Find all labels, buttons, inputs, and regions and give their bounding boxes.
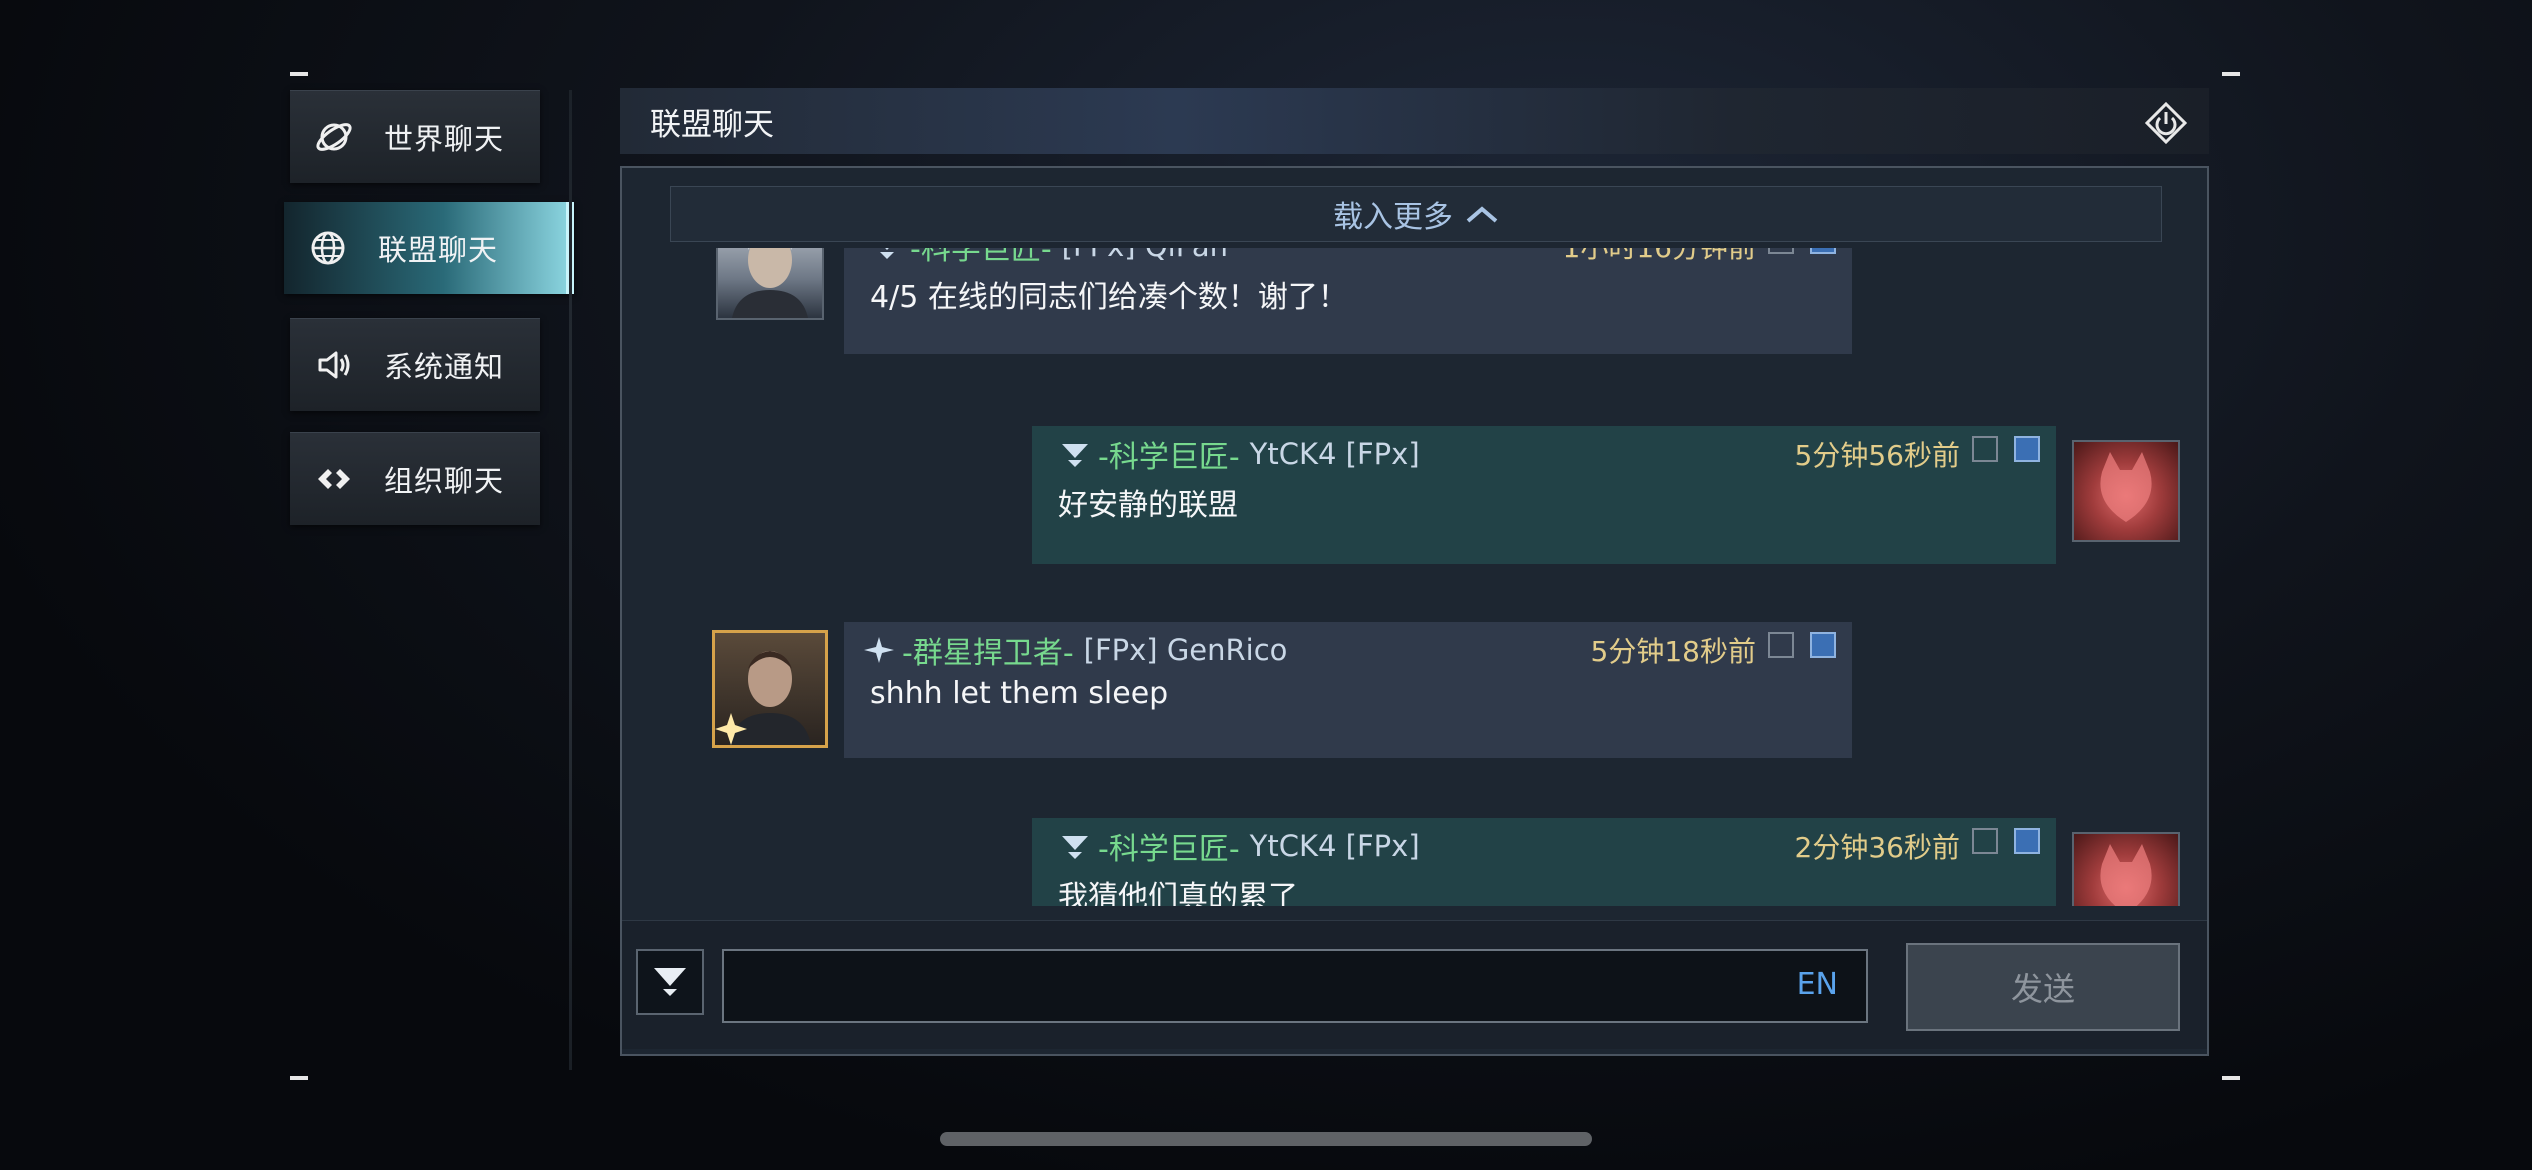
speaker-icon [314,345,354,385]
player-name[interactable]: [FPx] GenRico [1084,633,1288,667]
tab-organization-chat[interactable]: 组织聊天 [290,432,540,525]
message-time: 1小时16分钟前 [1563,248,1756,266]
player-name[interactable]: YtCK4 [FPx] [1250,437,1420,471]
frame-corner-bl [290,1076,308,1080]
avatar[interactable] [712,630,828,748]
language-toggle[interactable]: EN [1797,967,1838,1002]
pin-top-icon[interactable] [1810,248,1836,254]
tab-world-chat[interactable]: 世界聊天 [290,90,540,183]
emote-toggle-button[interactable] [636,949,704,1015]
copy-icon[interactable] [1972,828,1998,854]
rank-chevron-icon [1058,439,1092,469]
rank-chevron-icon [1058,831,1092,861]
tab-alliance-chat-label: 联盟聊天 [378,233,499,267]
globe-icon [308,228,348,268]
message-bubble: -科学巨匠- [FPx] QiPan 1小时16分钟前 4/5 在线的同志们给凑… [844,248,1852,354]
chat-input[interactable]: EN [722,949,1868,1023]
page-title: 联盟聊天 [650,106,774,143]
alliance-name[interactable]: -科学巨匠- [910,248,1052,268]
message-bubble: -科学巨匠- YtCK4 [FPx] 2分钟36秒前 我猜他们真的累了 [1032,818,2056,906]
send-button[interactable]: 发送 [1906,943,2180,1031]
message-time: 5分钟18秒前 [1590,635,1756,668]
tab-world-chat-label: 世界聊天 [384,122,505,156]
alliance-name[interactable]: -科学巨匠- [1098,432,1240,476]
tab-system-notice-label: 系统通知 [384,350,505,384]
planet-icon [314,117,354,157]
sidebar-divider [569,90,572,1070]
message-text: 我猜他们真的累了 [1058,880,1298,906]
copy-icon[interactable] [1768,248,1794,254]
message-bubble: -科学巨匠- YtCK4 [FPx] 5分钟56秒前 好安静的联盟 [1032,426,2056,564]
load-more-label: 载入更多 [1333,200,1453,235]
avatar[interactable] [716,248,824,320]
chevron-down-icon [650,960,690,1004]
power-icon[interactable] [2144,101,2188,145]
frame-corner-br [2222,1076,2240,1080]
copy-icon[interactable] [1768,632,1794,658]
tab-alliance-chat[interactable]: 联盟聊天 [284,202,574,294]
message-text: 好安静的联盟 [1058,488,1238,523]
chat-panel: 载入更多 -科学巨匠- [FPx] QiPan 1小时16分钟前 4/5 在线的… [620,166,2209,1056]
organization-icon [314,459,354,499]
chat-header: 联盟聊天 [620,88,2209,154]
player-name[interactable]: [FPx] QiPan [1062,248,1228,263]
tab-organization-chat-label: 组织聊天 [384,464,505,498]
rank-chevron-icon [870,248,904,261]
player-name[interactable]: YtCK4 [FPx] [1250,829,1420,863]
tab-system-notice[interactable]: 系统通知 [290,318,540,411]
pin-top-icon[interactable] [2014,436,2040,462]
chat-input-row: EN 发送 [622,920,2207,1049]
load-more-button[interactable]: 载入更多 [670,186,2162,242]
home-indicator[interactable] [940,1132,1592,1146]
copy-icon[interactable] [1972,436,1998,462]
pin-top-icon[interactable] [1810,632,1836,658]
message-time: 2分钟36秒前 [1794,831,1960,864]
pin-top-icon[interactable] [2014,828,2040,854]
message-text: shhh let them sleep [870,676,1169,711]
alliance-name[interactable]: -群星捍卫者- [902,628,1074,672]
message-bubble: -群星捍卫者- [FPx] GenRico 5分钟18秒前 shhh let t… [844,622,1852,758]
avatar[interactable] [2072,832,2180,906]
rank-star-icon [862,635,896,665]
frame-corner-tl [290,72,308,76]
frame-corner-tr [2222,72,2240,76]
message-text: 4/5 在线的同志们给凑个数！谢了！ [870,280,1348,315]
message-list[interactable]: -科学巨匠- [FPx] QiPan 1小时16分钟前 4/5 在线的同志们给凑… [622,248,2207,906]
message-time: 5分钟56秒前 [1794,439,1960,472]
alliance-name[interactable]: -科学巨匠- [1098,824,1240,868]
avatar[interactable] [2072,440,2180,542]
chevron-up-icon [1465,197,1499,232]
